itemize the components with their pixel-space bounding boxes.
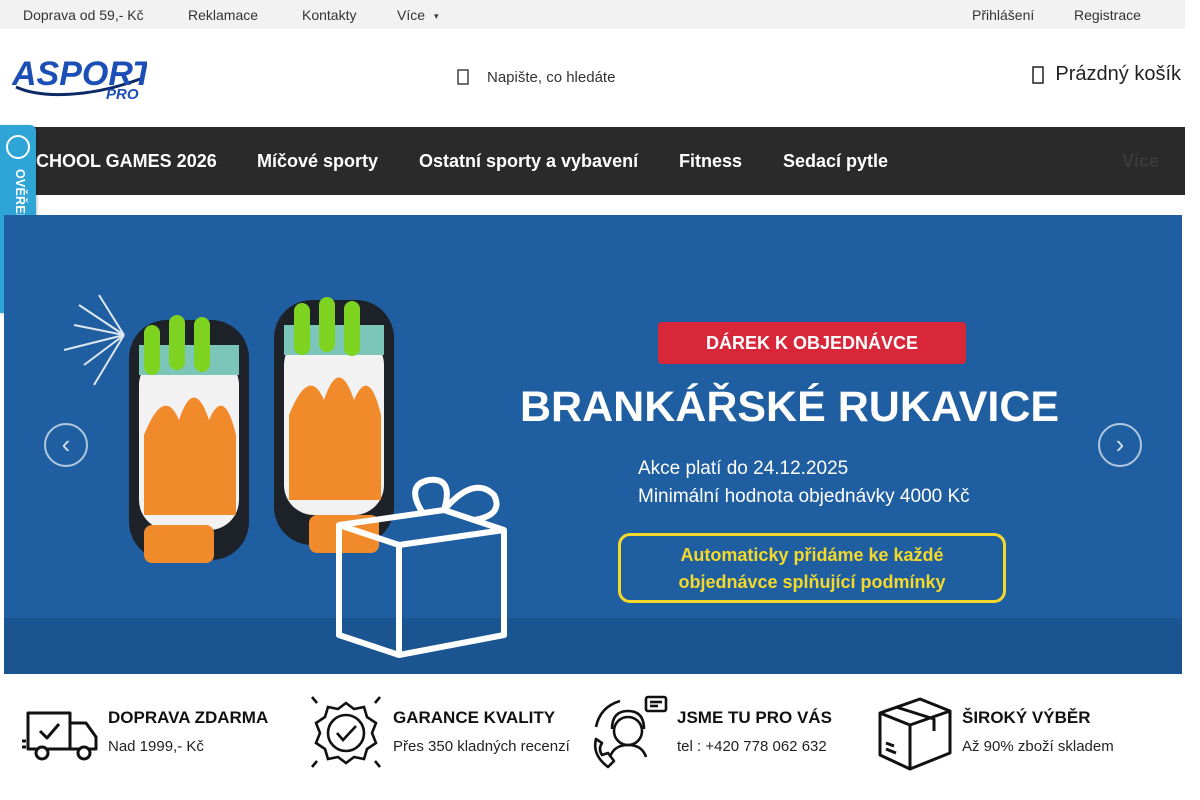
search-input[interactable]: Napište, co hledáte [455, 65, 615, 89]
valid-until-text: Akce platí do 24.12.2025 [638, 458, 849, 479]
nav-more-button[interactable]: Více [1122, 151, 1159, 172]
nav-item-fitness[interactable]: Fitness [679, 151, 742, 172]
shipping-link[interactable]: Doprava od 59,- Kč [23, 7, 144, 23]
complaints-link[interactable]: Reklamace [188, 7, 258, 23]
benefit-subtitle: Až 90% zboží skladem [962, 738, 1114, 755]
auto-add-line-2: objednávce splňující podmínky [678, 572, 946, 592]
verified-seal-icon [6, 135, 30, 159]
gift-with-order-pill: DÁREK K OBJEDNÁVCE [658, 322, 966, 364]
benefit-title: ŠIROKÝ VÝBĚR [962, 708, 1091, 727]
support-agent-icon [593, 695, 668, 769]
chevron-right-icon: › [1115, 429, 1125, 459]
chevron-left-icon: ‹ [61, 429, 71, 459]
benefit-title: DOPRAVA ZDARMA [108, 708, 269, 727]
cart-button[interactable]: Prázdný košík [1031, 63, 1181, 86]
register-link[interactable]: Registrace [1074, 7, 1141, 23]
firework-icon [63, 294, 125, 386]
gloves-gift-illustration [63, 294, 507, 658]
auto-add-notice: Automaticky přidáme ke každé objednávce … [618, 533, 1006, 603]
benefit-subtitle: Nad 1999,- Kč [108, 738, 204, 755]
banner-headline: BRANKÁŘSKÉ RUKAVICE [520, 383, 1060, 431]
benefit-support: JSME TU PRO VÁS tel : +420 778 062 632 [590, 690, 860, 780]
auto-add-line-1: Automaticky přidáme ke každé [680, 545, 944, 565]
benefit-title: JSME TU PRO VÁS [677, 708, 832, 727]
cart-icon [1032, 65, 1045, 84]
carousel-next-button[interactable]: › [1098, 423, 1142, 467]
more-menu-label: Více [397, 7, 426, 23]
nav-item-other-sports[interactable]: Ostatní sporty a vybavení [419, 151, 638, 172]
nav-item-school-games[interactable]: CHOOL GAMES 2026 [36, 151, 217, 172]
benefit-quality-guarantee: GARANCE KVALITY Přes 350 kladných recenz… [306, 690, 586, 780]
login-link[interactable]: Přihlášení [972, 7, 1034, 23]
contacts-link[interactable]: Kontakty [302, 7, 356, 23]
box-icon [878, 697, 952, 771]
benefit-free-shipping: DOPRAVA ZDARMA Nad 1999,- Kč [22, 690, 292, 780]
min-order-text: Minimální hodnota objednávky 4000 Kč [638, 486, 970, 507]
benefit-title: GARANCE KVALITY [393, 708, 556, 727]
site-logo[interactable]: ASPORT PRO [11, 51, 156, 103]
logo-subtext: PRO [106, 86, 139, 103]
more-menu[interactable]: Více ▾ [397, 7, 439, 23]
chevron-down-icon: ▾ [434, 10, 439, 21]
goalkeeper-glove-left [129, 315, 249, 563]
cart-label: Prázdný košík [1055, 63, 1181, 85]
nav-item-bean-bags[interactable]: Sedací pytle [783, 151, 888, 172]
top-utility-bar: Doprava od 59,- Kč Reklamace Kontakty Ví… [0, 0, 1185, 29]
main-navigation: CHOOL GAMES 2026 Míčové sporty Ostatní s… [0, 127, 1185, 195]
benefit-wide-selection: ŠIROKÝ VÝBĚR Až 90% zboží skladem [876, 690, 1156, 780]
benefits-row: DOPRAVA ZDARMA Nad 1999,- Kč GARANCE KVA… [0, 690, 1185, 780]
quality-seal-icon [311, 696, 381, 768]
search-icon [457, 69, 469, 85]
search-placeholder: Napište, co hledáte [487, 68, 616, 86]
carousel-prev-button[interactable]: ‹ [44, 423, 88, 467]
delivery-truck-icon [22, 711, 98, 761]
benefit-subtitle: tel : +420 778 062 632 [677, 738, 827, 755]
logo-graphic: ASPORT PRO [11, 55, 156, 103]
site-header: ASPORT PRO Napište, co hledáte Prázdný k… [0, 29, 1185, 127]
hero-banner[interactable]: DÁREK K OBJEDNÁVCE BRANKÁŘSKÉ RUKAVICE A… [4, 215, 1182, 674]
benefit-subtitle: Přes 350 kladných recenzí [393, 738, 570, 755]
nav-item-ball-sports[interactable]: Míčové sporty [257, 151, 378, 172]
